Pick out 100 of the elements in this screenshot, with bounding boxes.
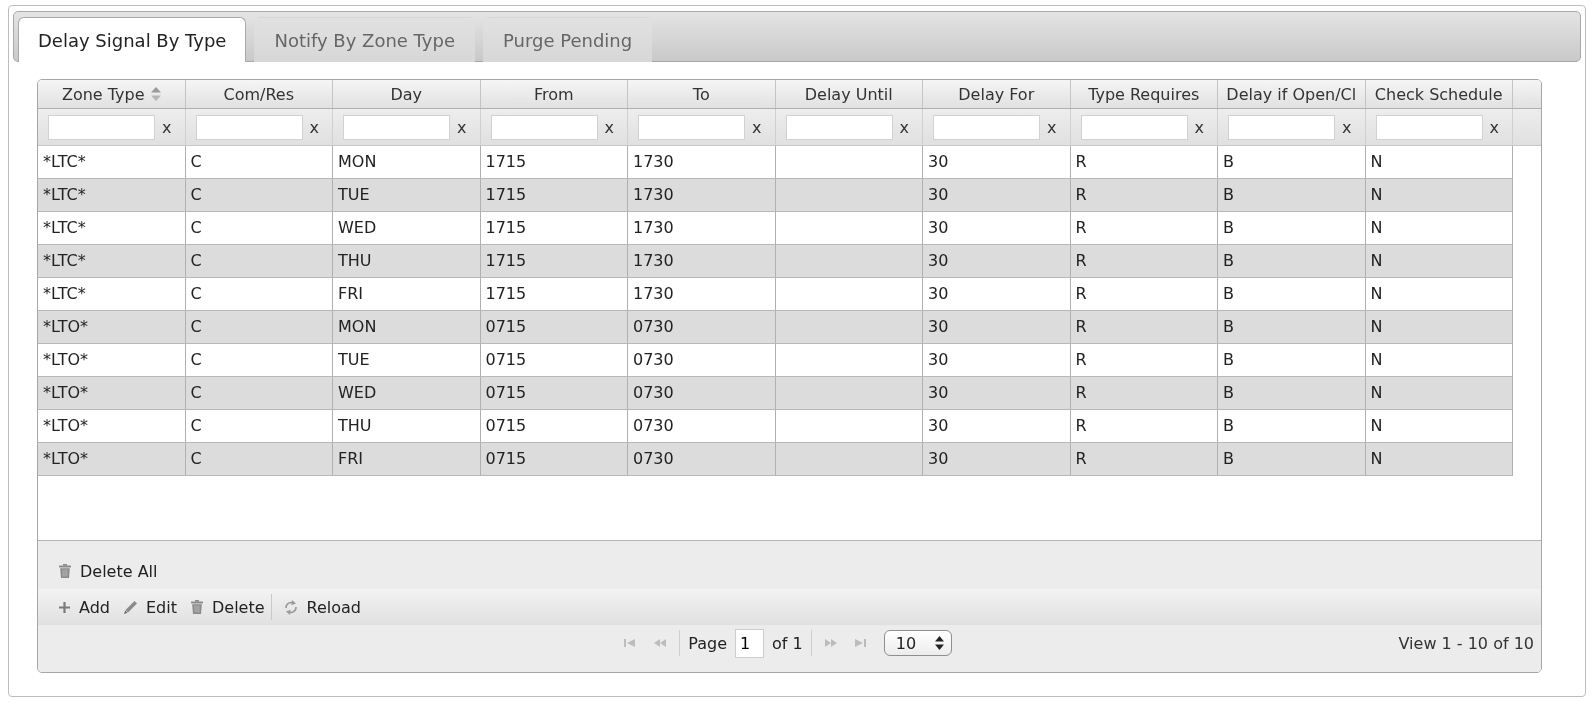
table-cell: C (185, 278, 333, 310)
table-cell: *LTO* (38, 344, 186, 376)
table-cell: N (1365, 179, 1513, 211)
tab[interactable]: Purge Pending (482, 17, 653, 62)
table-row[interactable]: *LTO* C WED 0715 0730 30 R B N (38, 377, 1513, 410)
filter-input[interactable] (1375, 114, 1483, 140)
table-cell: MON (333, 146, 481, 178)
table-cell: 0715 (480, 410, 628, 442)
table-cell: 30 (923, 146, 1071, 178)
clear-filter-button[interactable]: x (899, 117, 909, 137)
clear-filter-button[interactable]: x (604, 117, 614, 137)
edit-button[interactable]: Edit (124, 594, 177, 620)
table-cell: B (1218, 245, 1366, 277)
table-cell: N (1365, 146, 1513, 178)
table-cell: 1730 (628, 146, 776, 178)
table-cell: R (1070, 278, 1218, 310)
table-cell: B (1218, 443, 1366, 475)
clear-filter-button[interactable]: x (309, 117, 319, 137)
table-cell: C (185, 245, 333, 277)
table-cell: *LTC* (38, 245, 186, 277)
page-size-select[interactable]: 10 (883, 630, 952, 656)
table-cell: 1730 (628, 278, 776, 310)
tab[interactable]: Delay Signal By Type (18, 17, 247, 62)
page-input[interactable]: 1 (735, 628, 764, 658)
table-row[interactable]: *LTC* C WED 1715 1730 30 R B N (38, 212, 1513, 245)
table-cell: R (1070, 179, 1218, 211)
table-cell: C (185, 212, 333, 244)
table-cell: 1715 (480, 212, 628, 244)
table-cell: R (1070, 245, 1218, 277)
clear-filter-button[interactable]: x (1194, 117, 1204, 137)
record-count: View 1 - 10 of 10 (1398, 633, 1535, 653)
table-row[interactable]: *LTO* C TUE 0715 0730 30 R B N (38, 344, 1513, 377)
filter-input[interactable] (933, 114, 1040, 140)
table-cell: B (1218, 179, 1366, 211)
table-cell: *LTC* (38, 278, 186, 310)
page-total: of 1 (772, 633, 803, 653)
column-header[interactable]: Type Requires (1070, 80, 1218, 108)
table-row[interactable]: *LTO* C MON 0715 0730 30 R B N (38, 311, 1513, 344)
table-cell: B (1218, 377, 1366, 409)
table-cell: B (1218, 410, 1366, 442)
table-cell: TUE (333, 344, 481, 376)
table-cell: *LTO* (38, 443, 186, 475)
clear-filter-button[interactable]: x (162, 117, 172, 137)
table-cell: 1715 (480, 179, 628, 211)
filter-input[interactable] (48, 114, 155, 140)
table-cell: 0715 (480, 377, 628, 409)
table-row[interactable]: *LTC* C TUE 1715 1730 30 R B N (38, 179, 1513, 212)
filter-input[interactable] (343, 114, 450, 140)
column-header[interactable]: Delay For (923, 80, 1071, 108)
filter-input[interactable] (1080, 114, 1188, 140)
table-cell: B (1218, 212, 1366, 244)
reload-button[interactable]: Reload (283, 594, 361, 620)
table-cell: N (1365, 443, 1513, 475)
tab[interactable]: Notify By Zone Type (254, 17, 475, 62)
column-header[interactable]: Delay Until (775, 80, 923, 108)
delete-button[interactable]: Delete (190, 594, 265, 620)
table-row[interactable]: *LTO* C THU 0715 0730 30 R B N (38, 410, 1513, 443)
table-cell: C (185, 410, 333, 442)
table-row[interactable]: *LTO* C FRI 0715 0730 30 R B N (38, 443, 1513, 476)
column-header[interactable]: Delay if Open/Cl (1218, 80, 1366, 108)
filter-input[interactable] (1228, 114, 1335, 140)
table-cell: R (1070, 146, 1218, 178)
clear-filter-button[interactable]: x (1342, 117, 1352, 137)
table-cell: 0730 (628, 377, 776, 409)
column-header[interactable]: To (628, 80, 776, 108)
clear-filter-button[interactable]: x (457, 117, 467, 137)
table-row[interactable]: *LTC* C FRI 1715 1730 30 R B N (38, 278, 1513, 311)
column-header[interactable]: From (480, 80, 628, 108)
clear-filter-button[interactable]: x (1047, 117, 1057, 137)
trash-icon (190, 600, 203, 614)
table-cell: 30 (923, 410, 1071, 442)
table-cell: FRI (333, 443, 481, 475)
column-header[interactable]: Day (333, 80, 481, 108)
delete-all-button[interactable]: Delete All (59, 558, 158, 584)
clear-filter-button[interactable]: x (1489, 117, 1499, 137)
filter-input[interactable] (638, 114, 745, 140)
table-cell: 30 (923, 377, 1071, 409)
filter-input[interactable] (785, 114, 893, 140)
table-cell: 0730 (628, 410, 776, 442)
table-cell: 1730 (628, 212, 776, 244)
table-row[interactable]: *LTC* C THU 1715 1730 30 R B N (38, 245, 1513, 278)
table-cell: THU (333, 245, 481, 277)
column-header[interactable]: Zone Type (38, 80, 186, 108)
clear-filter-button[interactable]: x (752, 117, 762, 137)
table-cell: 1730 (628, 179, 776, 211)
column-header[interactable]: Check Schedule (1365, 80, 1513, 108)
table-cell: 1715 (480, 146, 628, 178)
column-header[interactable]: Com/Res (185, 80, 333, 108)
table-cell: C (185, 443, 333, 475)
table-cell: N (1365, 245, 1513, 277)
up-down-arrows-icon (934, 636, 944, 650)
table-cell: C (185, 179, 333, 211)
filter-input[interactable] (195, 114, 303, 140)
table-cell: 30 (923, 179, 1071, 211)
table-cell: R (1070, 344, 1218, 376)
table-row[interactable]: *LTC* C MON 1715 1730 30 R B N (38, 146, 1513, 179)
table-cell: B (1218, 146, 1366, 178)
filter-input[interactable] (490, 114, 598, 140)
add-button[interactable]: Add (59, 594, 110, 620)
table-cell: 0730 (628, 311, 776, 343)
